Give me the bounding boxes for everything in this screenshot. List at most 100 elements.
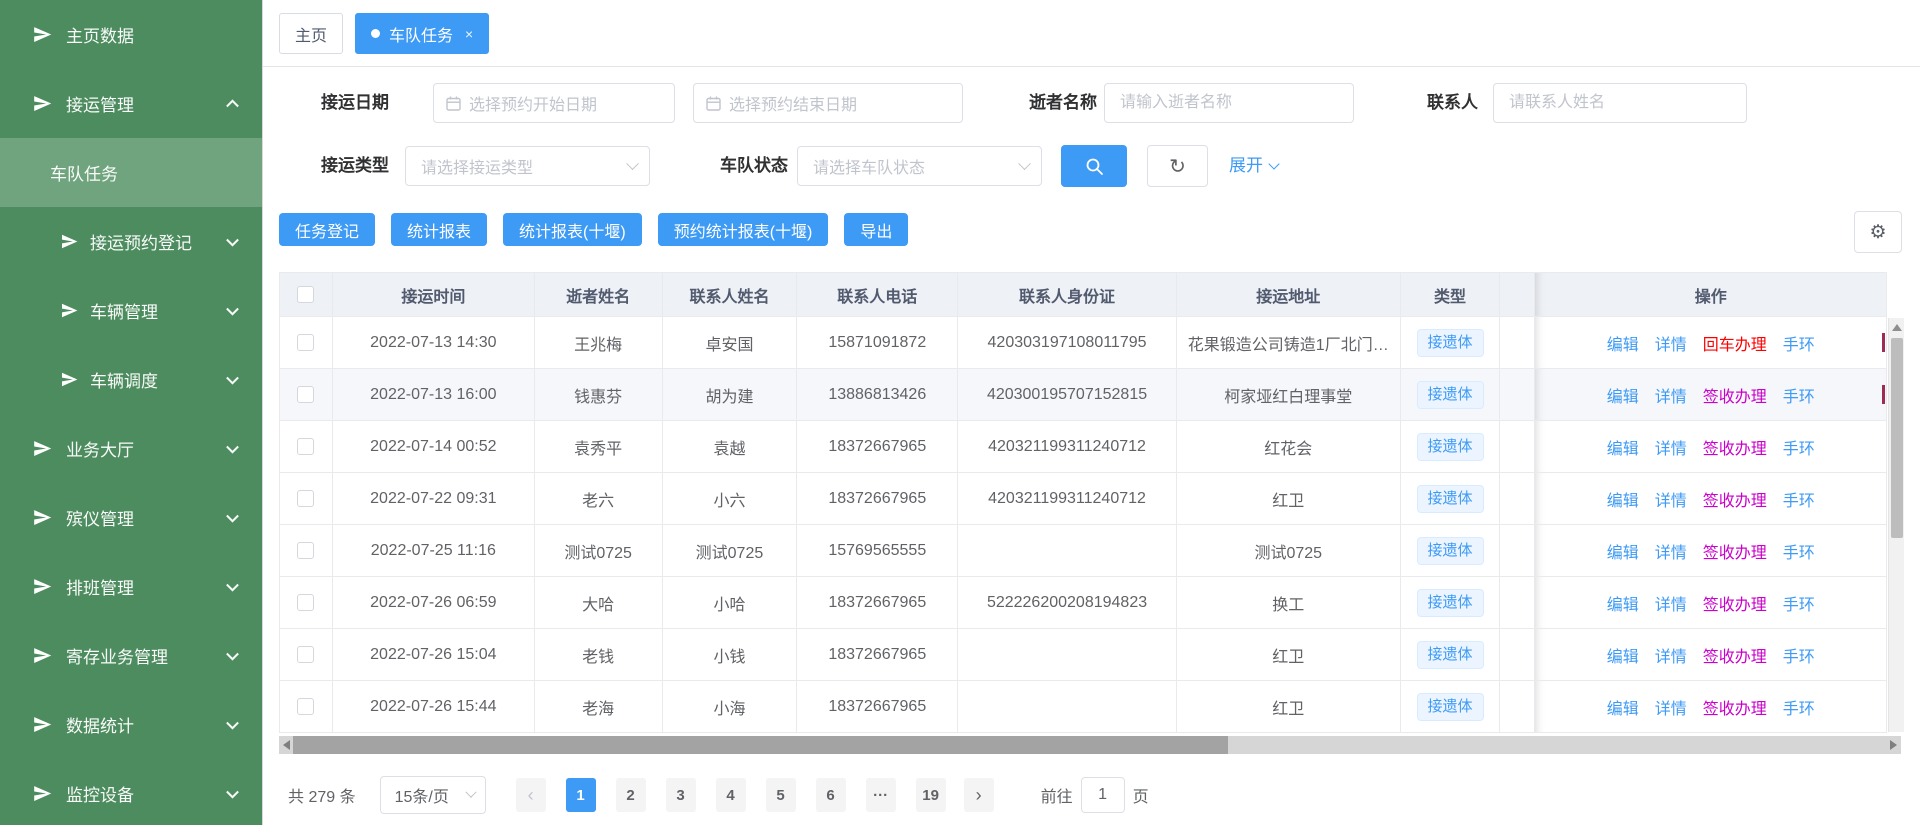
- vertical-scrollbar-thumb[interactable]: [1891, 338, 1903, 538]
- row-checkbox[interactable]: [297, 438, 314, 455]
- row-checkbox[interactable]: [297, 334, 314, 351]
- edit-link[interactable]: 编辑: [1607, 487, 1639, 511]
- wristband-link[interactable]: 手环: [1783, 383, 1815, 407]
- select-all-checkbox[interactable]: [297, 286, 314, 303]
- cell-deceased-name: 大哈: [535, 577, 663, 628]
- scroll-right-arrow-icon[interactable]: [1890, 740, 1897, 750]
- row-checkbox[interactable]: [297, 542, 314, 559]
- row-checkbox[interactable]: [297, 386, 314, 403]
- sidebar-item-vehicle-management[interactable]: 车辆管理: [0, 276, 262, 345]
- sidebar-item-vehicle-dispatch[interactable]: 车辆调度: [0, 345, 262, 414]
- cell-contact-name: 小钱: [663, 629, 798, 680]
- detail-link[interactable]: 详情: [1655, 487, 1687, 511]
- sidebar-item-label: 数据统计: [66, 712, 134, 737]
- reservation-report-shiyan-button[interactable]: 预约统计报表(十堰): [658, 213, 829, 246]
- sidebar-item-fleet-tasks[interactable]: 车队任务: [0, 138, 262, 207]
- detail-link[interactable]: 详情: [1655, 331, 1687, 355]
- more-pages-button[interactable]: ···: [866, 778, 896, 812]
- wristband-link[interactable]: 手环: [1783, 331, 1815, 355]
- refresh-button[interactable]: ↻: [1147, 145, 1208, 187]
- page-button-3[interactable]: 3: [666, 778, 696, 812]
- detail-link[interactable]: 详情: [1655, 383, 1687, 407]
- row-checkbox[interactable]: [297, 594, 314, 611]
- detail-link[interactable]: 详情: [1655, 435, 1687, 459]
- column-settings-button[interactable]: ⚙: [1854, 211, 1902, 253]
- search-button[interactable]: [1061, 145, 1127, 187]
- scroll-left-arrow-icon[interactable]: [283, 740, 290, 750]
- sidebar-item-business-hall[interactable]: 业务大厅: [0, 414, 262, 483]
- expand-filters-link[interactable]: 展开: [1229, 145, 1278, 187]
- page-button-6[interactable]: 6: [816, 778, 846, 812]
- vertical-scrollbar[interactable]: [1888, 318, 1904, 732]
- cell-contact-name: 卓安国: [663, 317, 798, 368]
- sidebar-item-funeral-management[interactable]: 殡仪管理: [0, 483, 262, 552]
- deceased-name-input[interactable]: [1104, 83, 1354, 123]
- row-checkbox[interactable]: [297, 646, 314, 663]
- wristband-link[interactable]: 手环: [1783, 591, 1815, 615]
- prev-page-button[interactable]: ‹: [516, 778, 546, 812]
- statistics-report-shiyan-button[interactable]: 统计报表(十堰): [503, 213, 642, 246]
- row-checkbox[interactable]: [297, 490, 314, 507]
- edit-link[interactable]: 编辑: [1607, 591, 1639, 615]
- date-end-input[interactable]: 选择预约结束日期: [693, 83, 963, 123]
- cell-contact-name: 胡为建: [663, 369, 798, 420]
- edit-link[interactable]: 编辑: [1607, 643, 1639, 667]
- pickup-type-select[interactable]: 请选择接运类型: [405, 146, 650, 186]
- date-start-input[interactable]: 选择预约开始日期: [433, 83, 675, 123]
- wristband-link[interactable]: 手环: [1783, 435, 1815, 459]
- wristband-link[interactable]: 手环: [1783, 539, 1815, 563]
- tab-fleet-tasks[interactable]: 车队任务 ×: [355, 13, 489, 54]
- sidebar-item-home-data[interactable]: 主页数据: [0, 0, 262, 69]
- wristband-link[interactable]: 手环: [1783, 695, 1815, 719]
- edit-link[interactable]: 编辑: [1607, 331, 1639, 355]
- page-button-19[interactable]: 19: [916, 778, 946, 812]
- sidebar-item-transport-reservation[interactable]: 接运预约登记: [0, 207, 262, 276]
- return-car-process-link[interactable]: 回车办理: [1703, 331, 1767, 355]
- paper-plane-icon: [32, 714, 53, 735]
- sidebar-item-data-statistics[interactable]: 数据统计: [0, 690, 262, 759]
- row-checkbox[interactable]: [297, 698, 314, 715]
- detail-link[interactable]: 详情: [1655, 591, 1687, 615]
- detail-link[interactable]: 详情: [1655, 695, 1687, 719]
- page-size-select[interactable]: 15条/页: [380, 776, 486, 814]
- wristband-link[interactable]: 手环: [1783, 487, 1815, 511]
- page-button-1[interactable]: 1: [566, 778, 596, 812]
- sign-receive-process-link[interactable]: 签收办理: [1703, 591, 1767, 615]
- close-icon[interactable]: ×: [465, 26, 473, 42]
- scroll-up-arrow-icon[interactable]: [1892, 324, 1902, 331]
- task-register-button[interactable]: 任务登记: [279, 213, 375, 246]
- horizontal-scrollbar[interactable]: [279, 736, 1901, 754]
- fleet-status-select[interactable]: 请选择车队状态: [797, 146, 1042, 186]
- next-page-button[interactable]: ›: [964, 778, 994, 812]
- detail-link[interactable]: 详情: [1655, 643, 1687, 667]
- sign-receive-process-link[interactable]: 签收办理: [1703, 695, 1767, 719]
- edit-link[interactable]: 编辑: [1607, 539, 1639, 563]
- sidebar-item-monitoring-devices[interactable]: 监控设备: [0, 759, 262, 828]
- horizontal-scrollbar-thumb[interactable]: [293, 736, 1228, 754]
- chevron-down-icon: [226, 578, 239, 591]
- statistics-report-button[interactable]: 统计报表: [391, 213, 487, 246]
- sign-receive-process-link[interactable]: 签收办理: [1703, 383, 1767, 407]
- page-button-4[interactable]: 4: [716, 778, 746, 812]
- goto-page-input[interactable]: [1081, 777, 1125, 813]
- page-button-2[interactable]: 2: [616, 778, 646, 812]
- sign-receive-process-link[interactable]: 签收办理: [1703, 487, 1767, 511]
- sidebar-item-transport-management[interactable]: 接运管理: [0, 69, 262, 138]
- sign-receive-process-link[interactable]: 签收办理: [1703, 435, 1767, 459]
- toolbar: 任务登记 统计报表 统计报表(十堰) 预约统计报表(十堰) 导出: [279, 213, 908, 246]
- sign-receive-process-link[interactable]: 签收办理: [1703, 643, 1767, 667]
- tab-home[interactable]: 主页: [279, 13, 343, 54]
- sign-receive-process-link[interactable]: 签收办理: [1703, 539, 1767, 563]
- contact-name-input[interactable]: [1493, 83, 1747, 123]
- cell-pickup-time: 2022-07-22 09:31: [333, 473, 535, 524]
- detail-link[interactable]: 详情: [1655, 539, 1687, 563]
- cell-contact-phone: 18372667965: [797, 629, 958, 680]
- sidebar-item-storage-business[interactable]: 寄存业务管理: [0, 621, 262, 690]
- export-button[interactable]: 导出: [844, 213, 908, 246]
- sidebar-item-shift-management[interactable]: 排班管理: [0, 552, 262, 621]
- wristband-link[interactable]: 手环: [1783, 643, 1815, 667]
- edit-link[interactable]: 编辑: [1607, 695, 1639, 719]
- page-button-5[interactable]: 5: [766, 778, 796, 812]
- edit-link[interactable]: 编辑: [1607, 383, 1639, 407]
- edit-link[interactable]: 编辑: [1607, 435, 1639, 459]
